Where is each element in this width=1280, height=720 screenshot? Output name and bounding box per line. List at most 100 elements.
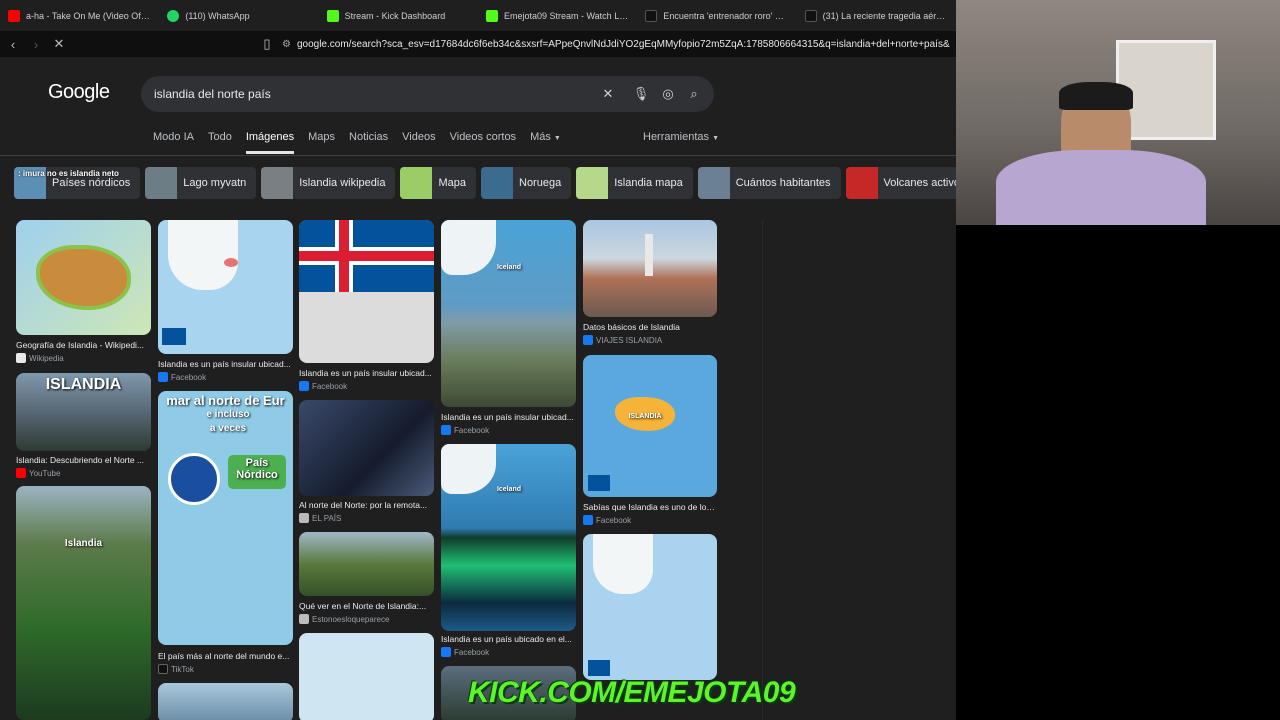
church-tower (645, 234, 653, 276)
webcam-feed (956, 0, 1280, 225)
chip-noruega[interactable]: Noruega (481, 167, 572, 199)
youtube-icon (8, 9, 20, 22)
result-caption[interactable]: Islandia es un país insular ubicad... (299, 368, 434, 378)
search-box[interactable]: ✕ 🎙 ◎ ⌕ (141, 76, 714, 112)
result-caption[interactable]: Geografía de Islandia - Wikipedi... (16, 340, 151, 350)
flag-icon (588, 660, 610, 676)
browser-tab[interactable]: (110) WhatsApp (159, 0, 318, 31)
chip-islandia-wikipedia[interactable]: Islandia wikipedia (261, 167, 396, 199)
result-image[interactable] (583, 534, 717, 680)
tab-videos-cortos[interactable]: Videos cortos (450, 131, 516, 154)
tab-modo-ia[interactable]: Modo IA (153, 131, 194, 154)
result-image[interactable]: ISLANDIA (16, 373, 151, 451)
browser-tab[interactable]: (31) La reciente tragedia aérea en (797, 0, 956, 31)
result-source[interactable]: Facebook (299, 381, 347, 391)
browser-tab[interactable]: a-ha - Take On Me (Video Oficial) - (0, 0, 159, 31)
result-image[interactable]: Iceland (441, 220, 576, 407)
microphone-icon[interactable]: 🎙 (632, 85, 650, 103)
tab-mas[interactable]: Más ▼ (530, 131, 561, 154)
greenland-shape (441, 444, 496, 494)
tab-noticias[interactable]: Noticias (349, 131, 388, 154)
result-image[interactable] (158, 683, 293, 720)
result-source[interactable]: Facebook (583, 515, 631, 525)
result-source[interactable]: Facebook (441, 647, 489, 657)
result-source[interactable]: YouTube (16, 468, 60, 478)
tab-videos[interactable]: Videos (402, 131, 435, 154)
result-source[interactable]: Facebook (158, 372, 206, 382)
result-image[interactable] (583, 220, 717, 317)
google-images-page: Google ✕ 🎙 ◎ ⌕ Modo IA Todo Imágenes Map… (0, 57, 956, 720)
image-text: ISLANDIA (628, 413, 662, 420)
search-input[interactable] (154, 87, 584, 101)
flag-icon (588, 475, 610, 491)
flag-cross-h-red (299, 251, 434, 261)
image-text: a veces (209, 423, 247, 434)
result-source[interactable]: TikTok (158, 664, 194, 674)
result-image[interactable]: Islandia (16, 486, 151, 720)
kick-icon (485, 9, 498, 22)
result-image[interactable] (16, 220, 151, 335)
chip-mapa[interactable]: Mapa (400, 167, 476, 199)
browser-tab[interactable]: Encuentra 'entrenador roro' en TikT (637, 0, 796, 31)
result-caption[interactable]: Al norte del Norte: por la remota... (299, 500, 434, 510)
search-icon[interactable]: ⌕ (685, 85, 703, 103)
clear-icon[interactable]: ✕ (599, 85, 617, 103)
tools-button[interactable]: Herramientas ▼ (643, 131, 719, 143)
browser-tab[interactable]: Stream - Kick Dashboard (319, 0, 478, 31)
chip-lago-myvatn[interactable]: Lago myvatn (145, 167, 257, 199)
result-image[interactable] (158, 220, 293, 354)
result-caption[interactable]: Islandia es un país insular ubicad... (441, 412, 576, 422)
facebook-icon (583, 335, 593, 345)
youtube-icon (16, 468, 26, 478)
result-caption[interactable]: Sabías que Islandia es uno de los... (583, 502, 717, 512)
result-source[interactable]: VIAJES ISLANDIA (583, 335, 662, 345)
chip-thumbnail (400, 167, 433, 199)
chip-thumbnail (145, 167, 178, 199)
result-caption[interactable]: Islandia: Descubriendo el Norte ... (16, 455, 151, 465)
chip-islandia-mapa[interactable]: Islandia mapa (576, 167, 693, 199)
result-caption[interactable]: Qué ver en el Norte de Islandia:... (299, 601, 434, 611)
result-caption[interactable]: El país más al norte del mundo e... (158, 651, 293, 661)
image-text: País Nórdico (236, 457, 278, 481)
result-image[interactable] (299, 400, 434, 496)
result-source[interactable]: Estonoesloqueparece (299, 614, 389, 624)
back-icon[interactable]: ‹ (3, 34, 23, 54)
forward-icon[interactable]: › (26, 34, 46, 54)
tab-maps[interactable]: Maps (308, 131, 335, 154)
lens-icon[interactable]: ◎ (659, 85, 677, 103)
result-image[interactable] (299, 532, 434, 596)
site-info-icon[interactable]: ⚙ (282, 39, 291, 50)
result-source[interactable]: EL PAÍS (299, 513, 341, 523)
countryball (168, 453, 220, 505)
stop-icon[interactable]: ✕ (49, 34, 69, 54)
chat-message-overlay: : imura no es islandia neto (18, 169, 119, 178)
url-field[interactable]: ⚙ google.com/search?sca_esv=d17684dc6f6e… (282, 34, 950, 54)
google-logo[interactable]: Google (48, 81, 110, 104)
island-shape (36, 245, 131, 310)
facebook-icon (158, 372, 168, 382)
image-text: ISLANDIA (45, 376, 122, 393)
iceland-flag (299, 220, 434, 292)
chip-thumbnail (845, 167, 878, 199)
result-image[interactable] (299, 220, 434, 363)
site-icon (299, 614, 309, 624)
tiktok-icon (645, 9, 658, 22)
result-caption[interactable]: Datos básicos de Islandia (583, 322, 717, 332)
result-image[interactable]: ISLANDIA (583, 355, 717, 497)
result-image[interactable] (299, 633, 434, 720)
tab-todo[interactable]: Todo (208, 131, 232, 154)
result-image[interactable]: Iceland (441, 444, 576, 631)
result-caption[interactable]: Islandia es un país ubicado en el... (441, 634, 576, 644)
result-source[interactable]: Wikipedia (16, 353, 64, 363)
caret-down-icon: ▼ (553, 135, 561, 142)
result-source[interactable]: Facebook (441, 425, 489, 435)
result-caption[interactable]: Islandia es un país insular ubicad... (158, 359, 293, 369)
preview-panel (762, 220, 956, 720)
tab-imagenes[interactable]: Imágenes (245, 131, 295, 154)
browser-tab[interactable]: Emejota09 Stream - Watch Live (478, 0, 637, 31)
chip-volcanes-activos[interactable]: Volcanes activos (845, 167, 956, 199)
bookmark-icon[interactable]: ▯ (257, 34, 277, 54)
iceland-dot (224, 258, 238, 267)
chip-cuantos-habitantes[interactable]: Cuántos habitantes (697, 167, 841, 199)
result-image[interactable]: mar al norte de Eur e incluso a veces Pa… (158, 391, 293, 645)
